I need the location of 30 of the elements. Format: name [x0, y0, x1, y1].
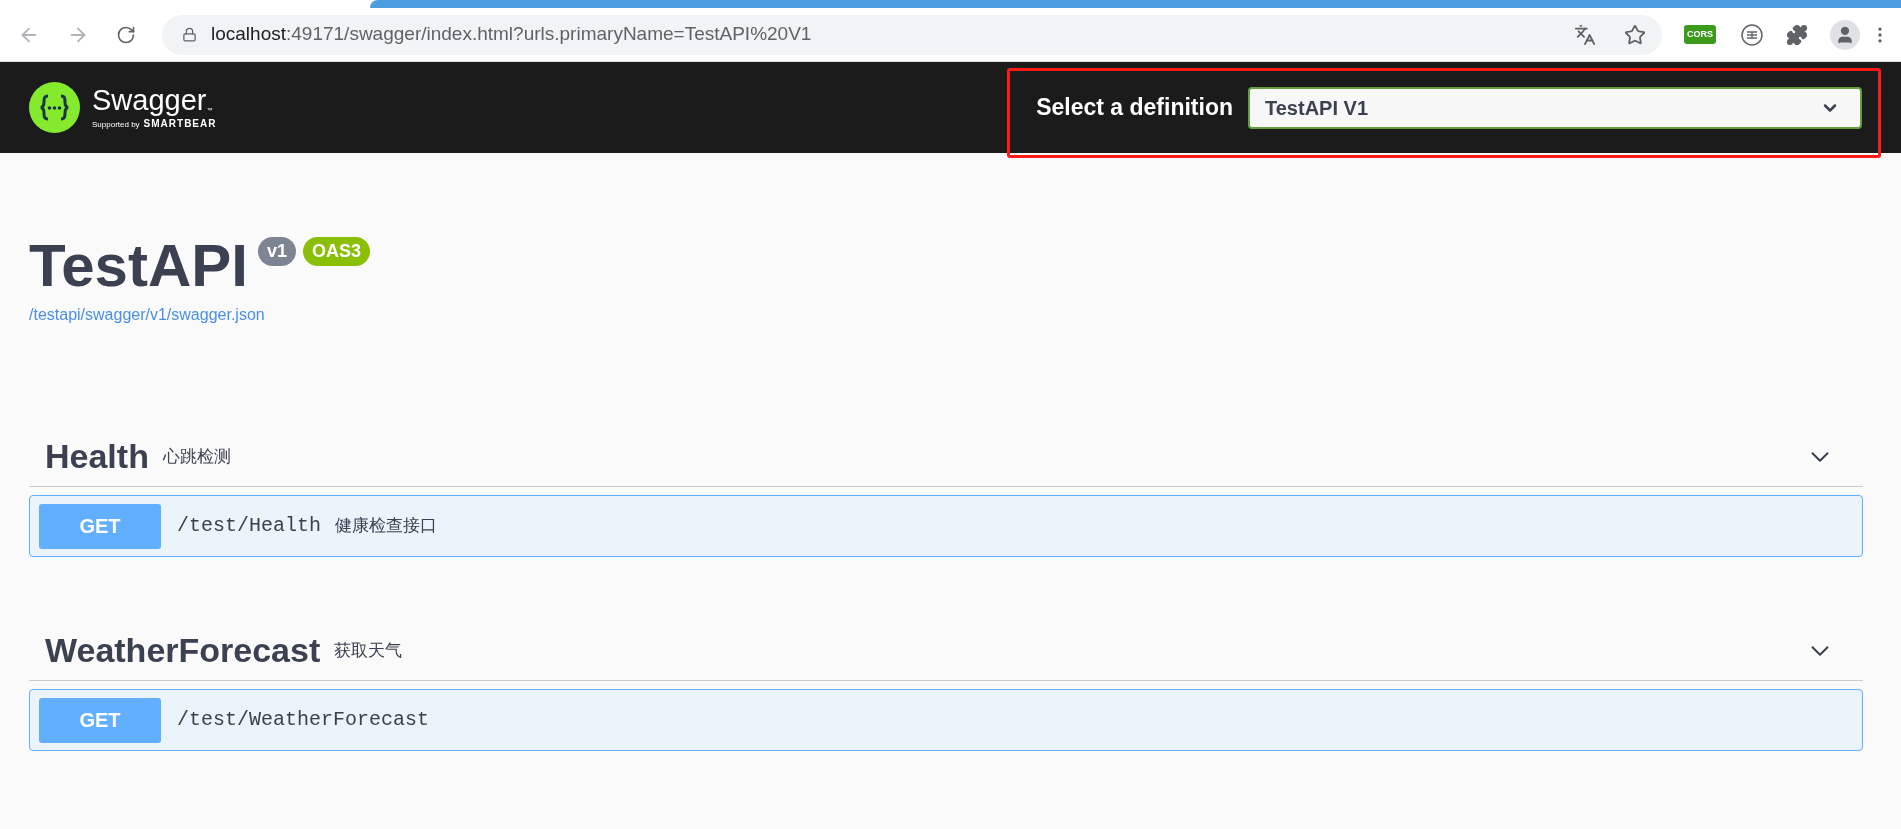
extensions-icon[interactable]: [1786, 23, 1808, 46]
operation-row[interactable]: GET /test/WeatherForecast: [29, 689, 1863, 751]
operation-row[interactable]: GET /test/Health 健康检查接口: [29, 495, 1863, 557]
tag-description: 心跳检测: [162, 445, 231, 468]
spec-badge: OAS3: [302, 237, 370, 266]
operation-summary: 健康检查接口: [335, 515, 438, 538]
method-badge: GET: [39, 697, 161, 743]
logo-brand: SMARTBEAR: [143, 119, 217, 129]
url-text: localhost:49171/swagger/index.html?urls.primaryName=TestAPI%20V1: [211, 22, 812, 47]
avatar[interactable]: [1830, 19, 1860, 50]
extension-badge[interactable]: CORS: [1684, 25, 1716, 44]
definition-label: Select a definition: [1036, 93, 1233, 123]
definition-select[interactable]: TestAPI V1: [1248, 86, 1862, 129]
tag-name[interactable]: WeatherForecast: [45, 625, 321, 676]
address-bar[interactable]: localhost:49171/swagger/index.html?urls.primaryName=TestAPI%20V1: [162, 14, 1662, 55]
tag-description: 获取天气: [334, 639, 403, 662]
tag-name[interactable]: Health: [45, 431, 149, 482]
version-badge: v1: [257, 237, 296, 266]
translate-icon[interactable]: [1574, 23, 1596, 46]
star-icon[interactable]: [1624, 23, 1646, 46]
lock-icon: [182, 27, 197, 42]
logo-subtitle: Supported by: [92, 121, 140, 129]
reload-icon[interactable]: [116, 24, 136, 45]
operation-path: /test/WeatherForecast: [177, 707, 430, 733]
logo-title: Swagger: [92, 86, 207, 115]
api-title: TestAPI: [29, 233, 248, 299]
swagger-logo-icon: [29, 82, 80, 133]
operation-path: /test/Health: [177, 513, 322, 539]
method-badge: GET: [39, 503, 161, 549]
circle-extension-icon[interactable]: [1740, 22, 1764, 47]
